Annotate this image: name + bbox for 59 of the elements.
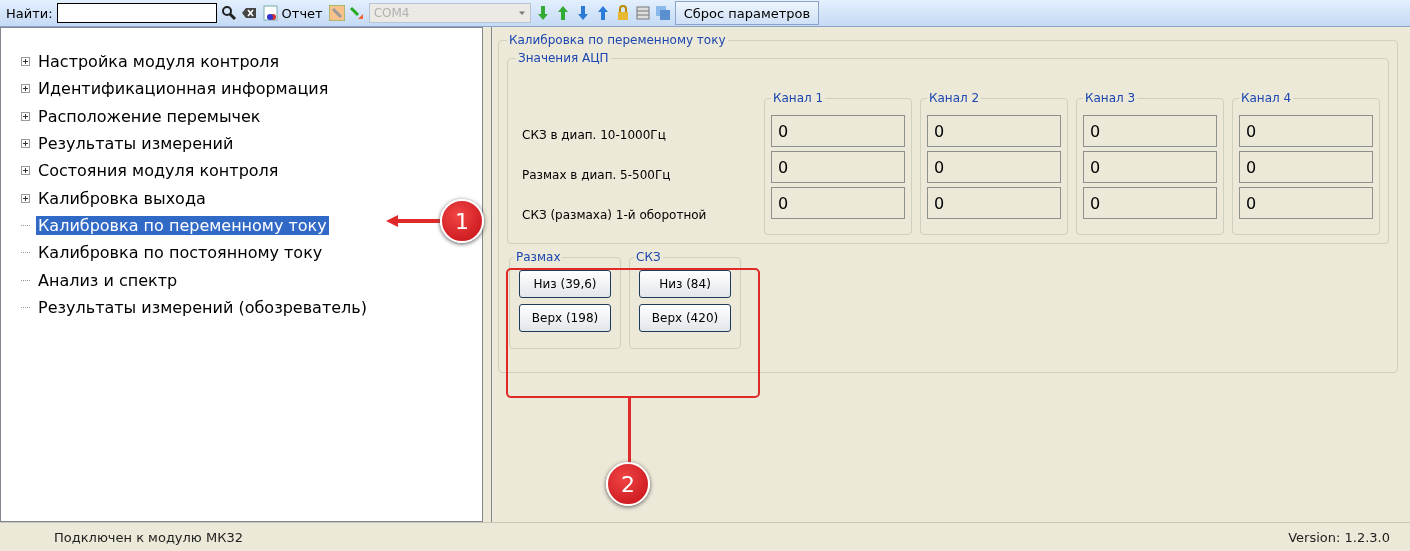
group-title: Канал 2 — [928, 91, 981, 105]
tree-item[interactable]: Результаты измерений (обозреватель) — [36, 297, 369, 317]
value-field[interactable]: 0 — [1083, 187, 1217, 219]
group-title: Значения АЦП — [517, 51, 610, 65]
value-field[interactable]: 0 — [1239, 151, 1373, 183]
value-field[interactable]: 0 — [1083, 151, 1217, 183]
plug-icon[interactable] — [348, 5, 365, 21]
arrow — [386, 214, 442, 228]
group-title: Канал 3 — [1084, 91, 1137, 105]
tree-item[interactable]: Состояния модуля контроля — [36, 161, 281, 181]
value-field[interactable]: 0 — [927, 151, 1061, 183]
calibrate-button[interactable]: Верх (420) — [639, 304, 731, 332]
group-title: Калибровка по переменному току — [508, 33, 727, 47]
refresh-icon[interactable] — [654, 5, 671, 21]
report-button[interactable]: Отчет — [260, 5, 325, 21]
tree-item[interactable]: Расположение перемычек — [36, 106, 263, 126]
report-icon — [262, 5, 279, 21]
value-field[interactable]: 0 — [927, 187, 1061, 219]
value-field[interactable]: 0 — [1083, 115, 1217, 147]
value-field[interactable]: 0 — [1239, 115, 1373, 147]
calibrate-button[interactable]: Низ (39,6) — [519, 270, 611, 298]
value-field[interactable]: 0 — [1239, 187, 1373, 219]
value-field[interactable]: 0 — [771, 115, 905, 147]
row-label: Размах в диап. 5-500Гц — [521, 167, 672, 184]
table-icon[interactable] — [634, 5, 651, 21]
version-text: Version: 1.2.3.0 — [1288, 529, 1390, 545]
group-title: СКЗ — [635, 250, 662, 264]
expand-icon[interactable] — [21, 139, 30, 149]
tree-item[interactable]: Настройка модуля контроля — [36, 52, 282, 72]
value-field[interactable]: 0 — [927, 115, 1061, 147]
tree-item[interactable]: Анализ и спектр — [36, 270, 180, 290]
callout-badge: 2 — [606, 462, 650, 506]
group-title: Канал 1 — [772, 91, 825, 105]
value-field[interactable]: 0 — [771, 187, 905, 219]
search-field[interactable] — [56, 3, 217, 23]
group-title: Канал 4 — [1240, 91, 1293, 105]
plug-icon[interactable] — [328, 5, 345, 21]
expand-icon[interactable] — [21, 111, 30, 121]
expand-icon[interactable] — [21, 193, 30, 203]
expand-icon[interactable] — [21, 166, 30, 176]
tree-item[interactable]: Результаты измерений — [36, 134, 236, 154]
expand-icon[interactable] — [21, 57, 30, 67]
tree-item[interactable]: Калибровка по постоянному току — [36, 243, 325, 263]
group-title: Размах — [515, 250, 562, 264]
status-text: Подключен к модулю МК32 — [54, 529, 243, 545]
calibrate-button[interactable]: Верх (198) — [519, 304, 611, 332]
tree-item[interactable]: Идентификационная информация — [36, 79, 331, 99]
search-label: Найти: — [6, 5, 53, 21]
search-icon[interactable] — [220, 5, 237, 21]
tree-item[interactable]: Калибровка выхода — [36, 188, 208, 208]
row-label: СКЗ в диап. 10-1000Гц — [521, 127, 667, 144]
expand-icon[interactable] — [21, 84, 30, 94]
reset-button[interactable]: Сброс параметров — [674, 1, 820, 25]
row-label: СКЗ (размаха) 1-й оборотной — [521, 207, 708, 224]
value-field[interactable]: 0 — [771, 151, 905, 183]
tree-item[interactable]: Калибровка по переменному току — [36, 215, 329, 235]
clear-icon[interactable] — [240, 5, 257, 21]
leader-line — [628, 396, 631, 464]
calibrate-button[interactable]: Низ (84) — [639, 270, 731, 298]
